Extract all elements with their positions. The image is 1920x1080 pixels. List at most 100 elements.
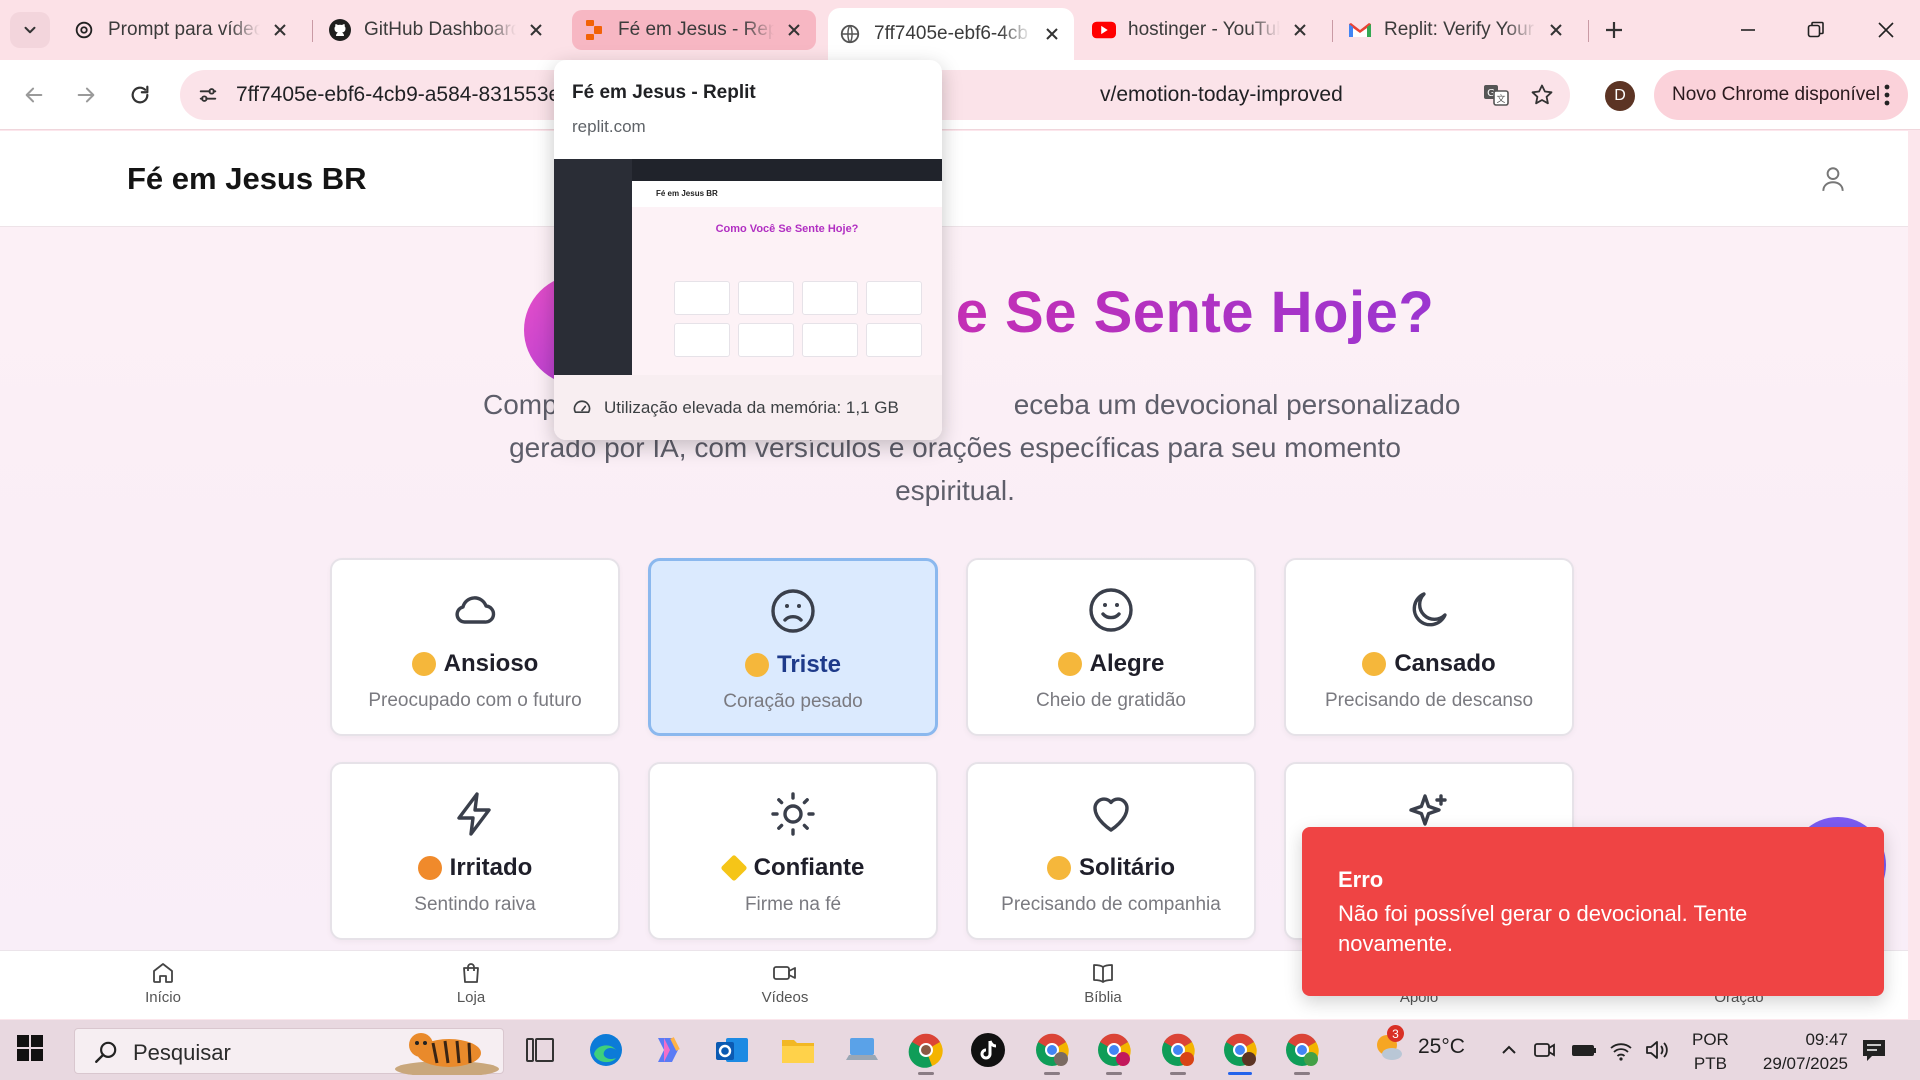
translate-icon[interactable]: G文: [1482, 81, 1510, 109]
reload-button[interactable]: [120, 75, 160, 115]
zap-icon: [457, 792, 491, 836]
nav-item-inicio[interactable]: Início: [93, 961, 233, 1006]
tab-prompt-video[interactable]: Prompt para vídeo: [62, 10, 302, 50]
clock-time: 09:47: [1805, 1030, 1848, 1049]
preview-card: [738, 323, 794, 357]
page-scrollbar[interactable]: [1908, 131, 1920, 1019]
tab-replit-verify-email[interactable]: Replit: Verify Your Email: [1338, 10, 1578, 50]
tab-github-dashboard[interactable]: GitHub Dashboard: [318, 10, 558, 50]
preview-card: [738, 281, 794, 315]
preview-topbar: [632, 159, 942, 181]
subtitle-line3: espiritual.: [895, 475, 1015, 506]
svg-text:文: 文: [1496, 93, 1505, 105]
battery-icon[interactable]: [1570, 1036, 1598, 1064]
chrome-update-button[interactable]: Novo Chrome disponível: [1654, 70, 1908, 120]
nav-item-biblia[interactable]: Bíblia: [1033, 961, 1173, 1006]
emotion-card-ansioso[interactable]: Ansioso Preocupado com o futuro: [330, 558, 620, 736]
tab-fe-em-jesus-replit[interactable]: Fé em Jesus - Replit: [572, 10, 816, 50]
wifi-icon[interactable]: [1608, 1036, 1634, 1064]
emotion-name: Ansioso: [443, 650, 539, 677]
volume-icon[interactable]: [1644, 1036, 1670, 1064]
home-icon: [153, 963, 173, 983]
hover-card-title: Fé em Jesus - Replit: [572, 82, 756, 103]
globe-icon: [838, 22, 862, 46]
preview-page: Fé em Jesus BR Como Você Se Sente Hoje?: [632, 181, 942, 375]
tab-separator: [1588, 20, 1589, 42]
toast-message: Não foi possível gerar o devocional. Ten…: [1338, 901, 1748, 956]
close-icon[interactable]: [268, 18, 292, 42]
meet-now-icon[interactable]: [1532, 1036, 1556, 1064]
close-icon[interactable]: [1040, 22, 1064, 46]
site-info-icon[interactable]: [192, 79, 224, 111]
lang-line1: POR: [1692, 1030, 1729, 1049]
angry-emoji-icon: [417, 856, 442, 880]
close-window-button[interactable]: [1858, 8, 1914, 52]
emotion-card-solitario[interactable]: Solitário Precisando de companhia: [966, 762, 1256, 940]
tiktok-icon[interactable]: [966, 1028, 1010, 1072]
tired-emoji-icon: [1362, 652, 1387, 676]
toast-title: Erro: [1338, 867, 1384, 892]
file-explorer-icon[interactable]: [776, 1028, 820, 1072]
tab-title: 7ff7405e-ebf6-4cb: [874, 23, 1028, 44]
laptop-app-icon[interactable]: [840, 1028, 884, 1072]
input-language[interactable]: POR PTB: [1692, 1028, 1729, 1076]
tab-active-emotion-page[interactable]: 7ff7405e-ebf6-4cb: [828, 8, 1074, 60]
plus-icon: [1606, 22, 1622, 38]
error-toast[interactable]: Erro Não foi possível gerar o devocional…: [1302, 827, 1884, 996]
close-icon[interactable]: [1544, 18, 1568, 42]
close-icon[interactable]: [524, 18, 548, 42]
lang-line2: PTB: [1693, 1054, 1727, 1073]
new-tab-button[interactable]: [1596, 12, 1632, 48]
emotion-card-irritado[interactable]: Irritado Sentindo raiva: [330, 762, 620, 940]
github-icon: [328, 18, 352, 42]
preview-card: [802, 323, 858, 357]
restore-button[interactable]: [1788, 8, 1844, 52]
emotion-card-confiante[interactable]: Confiante Firme na fé: [648, 762, 938, 940]
system-clock[interactable]: 09:47 29/07/2025: [1752, 1028, 1848, 1076]
windows-start-icon[interactable]: [16, 1034, 44, 1062]
chrome-profile-e-icon[interactable]: [1280, 1028, 1324, 1075]
profile-avatar[interactable]: D: [1605, 81, 1635, 111]
tab-search-button[interactable]: [10, 12, 50, 48]
gauge-icon: [573, 399, 591, 413]
tab-title: Replit: Verify Your Email: [1384, 19, 1536, 40]
preview-card: [802, 281, 858, 315]
preview-sidebar: [554, 159, 632, 375]
copilot-icon[interactable]: [646, 1028, 690, 1072]
outlook-icon[interactable]: [710, 1028, 754, 1072]
user-icon[interactable]: [1820, 165, 1846, 193]
emotion-card-alegre[interactable]: Alegre Cheio de gratidão: [966, 558, 1256, 736]
emotion-desc: Precisando de descanso: [1324, 690, 1534, 711]
edge-icon[interactable]: [584, 1028, 628, 1072]
tab-title: Fé em Jesus - Replit: [618, 19, 774, 40]
bookmark-star-icon[interactable]: [1528, 81, 1556, 109]
notification-center-icon[interactable]: [1860, 1036, 1888, 1064]
chrome-profile-c-icon[interactable]: [1030, 1028, 1074, 1075]
chrome-profile-h-icon[interactable]: [1092, 1028, 1136, 1075]
emotion-card-triste[interactable]: Triste Coração pesado: [648, 558, 938, 736]
star-emoji-icon: [720, 854, 748, 882]
tab-title: GitHub Dashboard: [364, 19, 516, 40]
chrome-profile-f-icon[interactable]: [1156, 1028, 1200, 1075]
minimize-icon: [1741, 29, 1755, 31]
site-brand[interactable]: Fé em Jesus BR: [127, 161, 367, 197]
forward-button[interactable]: [66, 75, 106, 115]
close-icon[interactable]: [782, 18, 806, 42]
weather-badge: 3: [1387, 1025, 1404, 1042]
minimize-button[interactable]: [1720, 8, 1776, 52]
taskbar-search-box[interactable]: Pesquisar: [74, 1028, 504, 1075]
close-icon[interactable]: [1288, 18, 1312, 42]
emotion-card-cansado[interactable]: Cansado Precisando de descanso: [1284, 558, 1574, 736]
chrome-profile-1-icon[interactable]: [904, 1028, 948, 1075]
task-view-icon[interactable]: [518, 1028, 562, 1072]
tab-hostinger-youtube[interactable]: hostinger - YouTube: [1082, 10, 1322, 50]
weather-widget[interactable]: 25°C: [1372, 1030, 1465, 1064]
back-button[interactable]: [14, 75, 54, 115]
nav-item-loja[interactable]: Loja: [401, 961, 541, 1006]
chrome-profile-d-icon[interactable]: [1218, 1028, 1262, 1075]
browser-toolbar: 7ff7405e-ebf6-4cb9-a584-831553e v/emotio…: [0, 60, 1920, 130]
tab-separator: [312, 20, 313, 42]
nav-item-videos[interactable]: Vídeos: [715, 961, 855, 1006]
chevron-up-icon[interactable]: [1500, 1036, 1518, 1064]
nav-label: Início: [145, 989, 181, 1006]
